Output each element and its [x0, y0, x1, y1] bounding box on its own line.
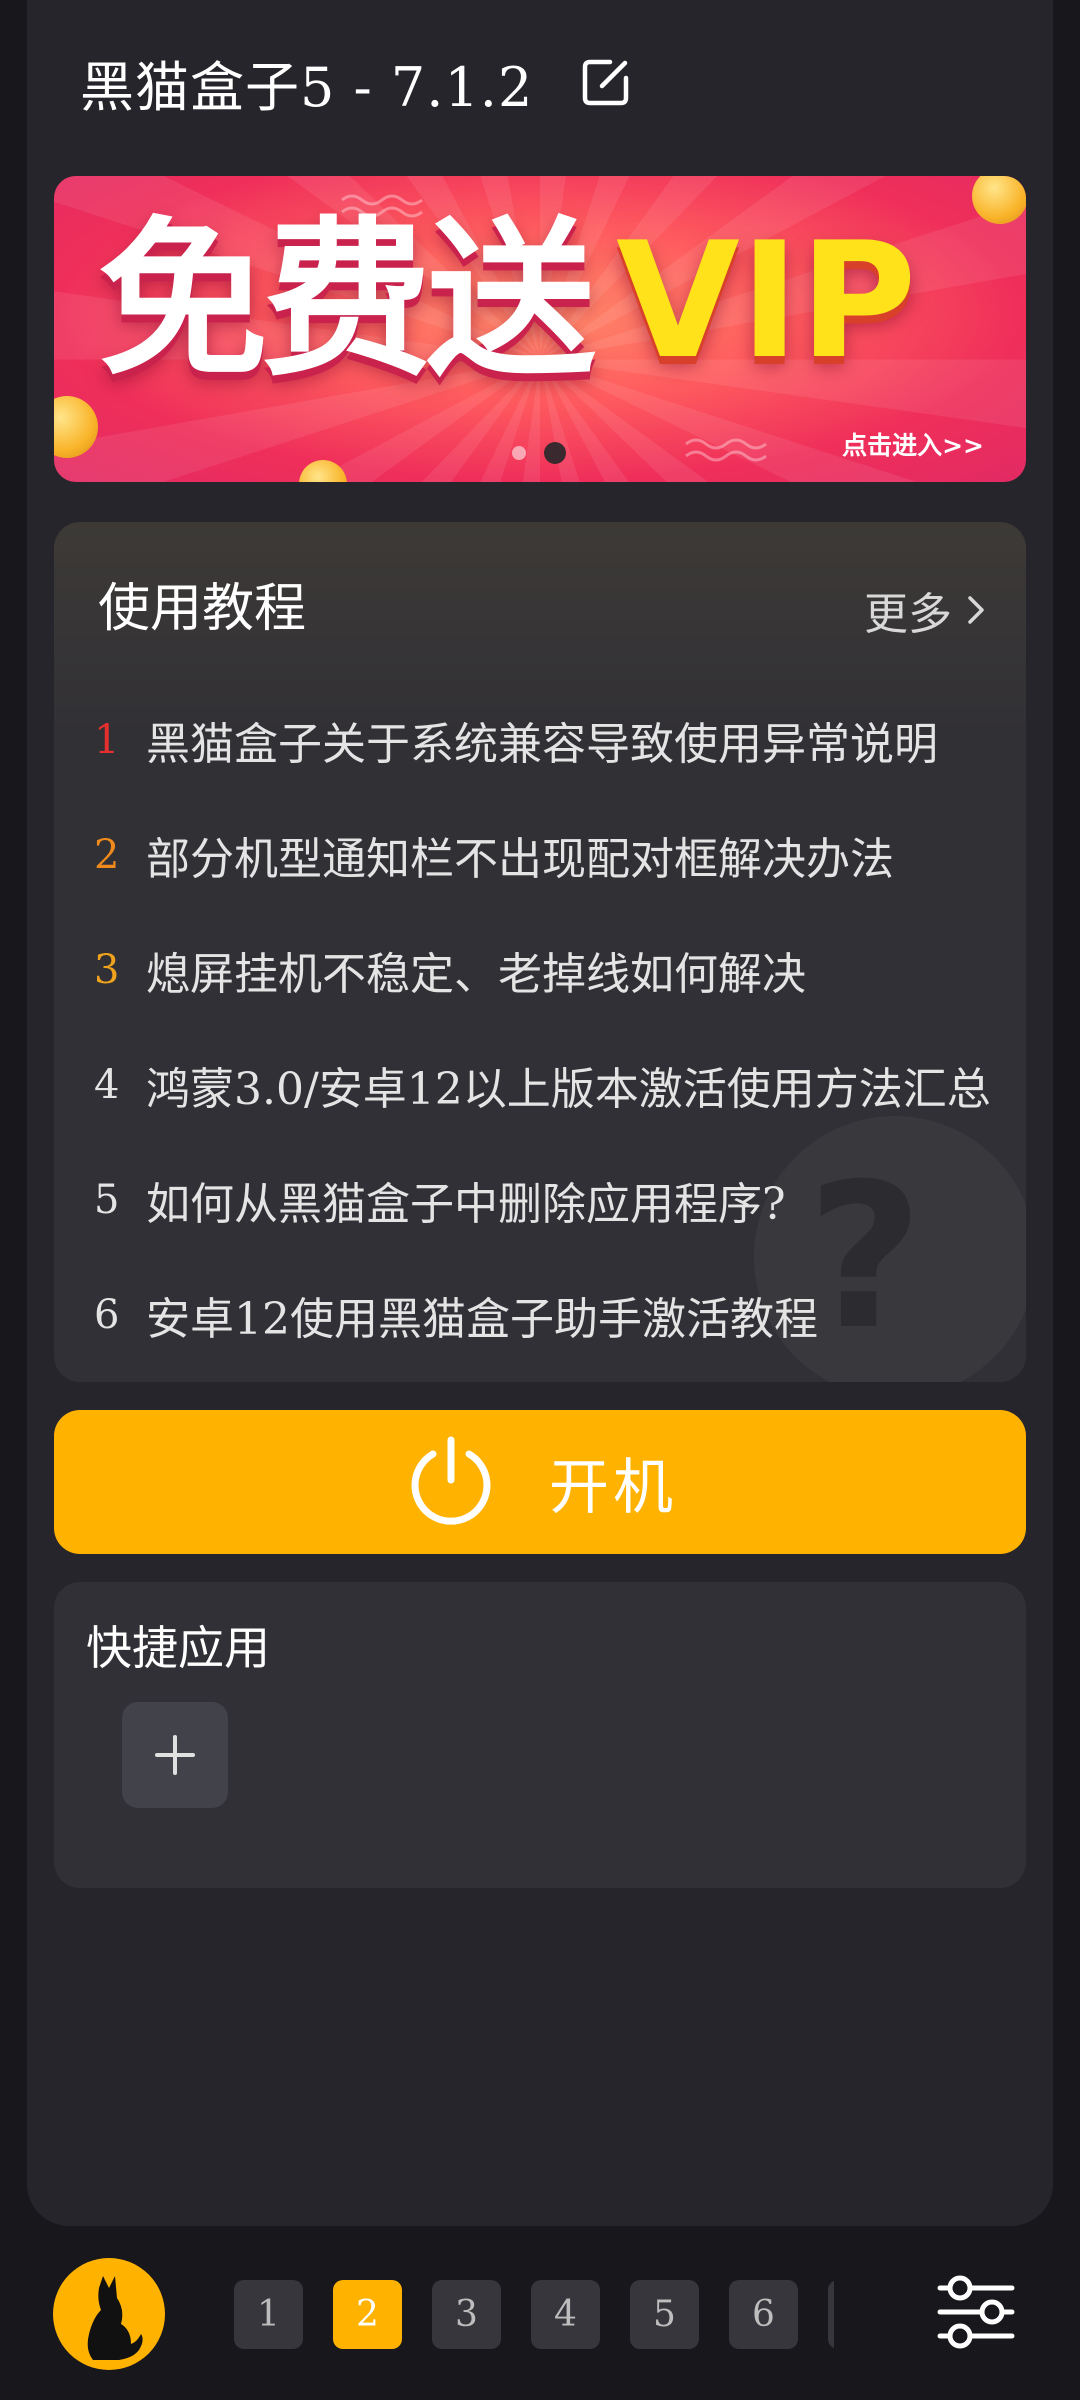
header: 黑猫盒子5 - 7.1.2 — [80, 40, 635, 124]
tutorial-item-text: 如何从黑猫盒子中删除应用程序? — [146, 1178, 786, 1230]
edit-icon[interactable] — [577, 53, 635, 111]
banner-dot-active[interactable] — [544, 442, 566, 464]
tutorial-item-text: 鸿蒙3.0/安卓12以上版本激活使用方法汇总 — [146, 1063, 991, 1115]
tutorial-item-text: 黑猫盒子关于系统兼容导致使用异常说明 — [146, 718, 938, 770]
wave-decoration — [685, 438, 767, 462]
tab-4[interactable]: 4 — [531, 2280, 600, 2349]
tab-5[interactable]: 5 — [630, 2280, 699, 2349]
banner-dot[interactable] — [512, 446, 526, 460]
more-label: 更多 — [864, 589, 952, 640]
cat-icon — [87, 2276, 143, 2360]
workspace-tabs: 1 2 3 4 5 6 7 — [234, 2280, 834, 2350]
banner-headline: 免费送 VIP — [98, 216, 917, 386]
banner-headline-vip: VIP — [616, 207, 917, 394]
banner-headline-cn: 免费送 — [98, 202, 596, 400]
tutorial-item[interactable]: 2 部分机型通知栏不出现配对框解决办法 — [94, 797, 991, 912]
tutorial-item-number: 5 — [94, 1176, 120, 1223]
settings-button[interactable] — [934, 2270, 1018, 2354]
tab-3[interactable]: 3 — [432, 2280, 501, 2349]
power-on-button[interactable]: 开机 — [54, 1410, 1026, 1554]
tutorial-item-number: 3 — [94, 946, 120, 993]
tutorial-item[interactable]: 1 黑猫盒子关于系统兼容导致使用异常说明 — [94, 682, 991, 797]
app-title: 黑猫盒子5 - 7.1.2 — [80, 55, 534, 119]
tutorial-item-number: 2 — [94, 831, 120, 878]
tutorial-card: ? 使用教程 更多 1 黑猫盒子关于系统兼容导致使用异常说明 2 部分机型通知栏不出… — [54, 522, 1026, 1382]
tab-1[interactable]: 1 — [234, 2280, 303, 2349]
tutorial-item-text: 部分机型通知栏不出现配对框解决办法 — [146, 833, 894, 885]
avatar[interactable] — [53, 2258, 165, 2370]
power-icon — [411, 1436, 491, 1525]
tutorial-item[interactable]: 4 鸿蒙3.0/安卓12以上版本激活使用方法汇总 — [94, 1027, 991, 1142]
tutorial-list: 1 黑猫盒子关于系统兼容导致使用异常说明 2 部分机型通知栏不出现配对框解决办法 3… — [94, 682, 991, 1372]
tab-7[interactable]: 7 — [828, 2280, 834, 2349]
more-link[interactable]: 更多 — [864, 578, 986, 642]
banner-pagination — [512, 442, 566, 464]
quick-apps-title: 快捷应用 — [86, 1621, 270, 1675]
tutorial-item-text: 安卓12使用黑猫盒子助手激活教程 — [146, 1293, 818, 1345]
quick-apps-card: 快捷应用 — [54, 1582, 1026, 1888]
chevron-right-icon — [968, 596, 984, 624]
tab-6[interactable]: 6 — [729, 2280, 798, 2349]
banner-cta[interactable]: 点击进入>> — [842, 426, 984, 462]
plus-icon — [155, 1735, 195, 1775]
sliders-icon — [937, 2275, 1015, 2349]
tutorial-item-number: 4 — [94, 1061, 120, 1108]
add-quick-app-button[interactable] — [122, 1702, 228, 1808]
power-label: 开机 — [549, 1452, 677, 1523]
tutorial-item-number: 1 — [94, 716, 120, 763]
tab-2[interactable]: 2 — [333, 2280, 402, 2349]
tutorial-item-text: 熄屏挂机不稳定、老掉线如何解决 — [146, 948, 806, 1000]
tutorial-item-number: 6 — [94, 1291, 120, 1338]
tutorial-item[interactable]: 6 安卓12使用黑猫盒子助手激活教程 — [94, 1257, 991, 1372]
promo-banner[interactable]: 免费送 VIP 点击进入>> — [54, 176, 1026, 482]
tutorial-title: 使用教程 — [98, 579, 307, 639]
tutorial-item[interactable]: 5 如何从黑猫盒子中删除应用程序? — [94, 1142, 991, 1257]
tutorial-item[interactable]: 3 熄屏挂机不稳定、老掉线如何解决 — [94, 912, 991, 1027]
